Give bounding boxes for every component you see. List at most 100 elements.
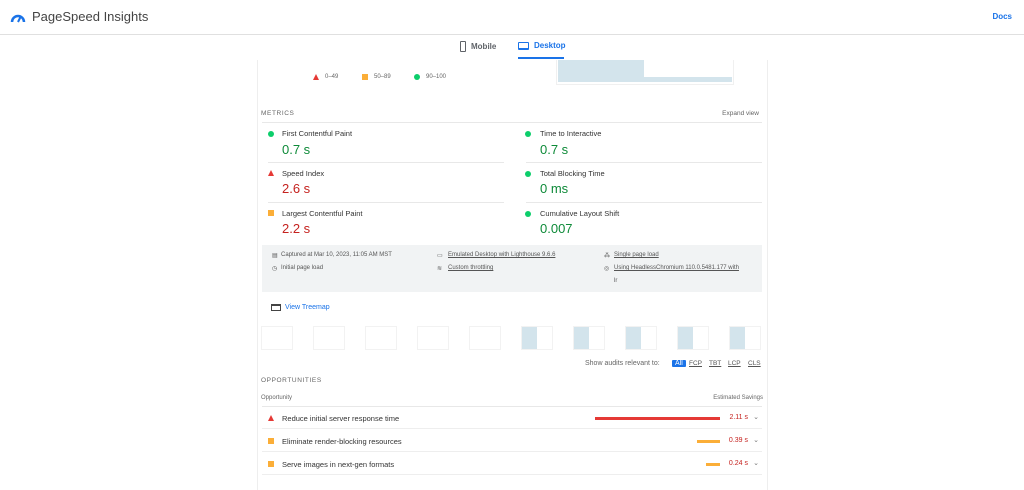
circle-icon xyxy=(525,171,531,177)
savings-value: 0.24 s xyxy=(728,460,748,467)
opportunity-row[interactable]: Reduce initial server response time 2.11… xyxy=(262,407,762,429)
metric-value: 0 ms xyxy=(540,181,569,196)
metric-value: 0.7 s xyxy=(540,142,569,157)
chevron-down-icon[interactable]: ⌄ xyxy=(753,459,759,467)
browser-link[interactable]: Using HeadlessChromium 110.0.5481.177 wi… xyxy=(614,265,739,271)
wifi-icon: ≋ xyxy=(437,266,443,272)
opportunity-name: Eliminate render-blocking resources xyxy=(282,437,402,446)
square-icon xyxy=(268,438,274,444)
divider xyxy=(262,122,762,123)
run-info-box: ▤ Captured at Mar 10, 2023, 11:05 AM MST… xyxy=(262,245,762,292)
metric-value: 0.7 s xyxy=(282,142,311,157)
filmstrip-frame xyxy=(469,326,501,350)
legend-label: 90–100 xyxy=(426,74,447,80)
circle-icon xyxy=(525,131,531,137)
legend-good: 90–100 xyxy=(414,74,446,80)
chevron-down-icon[interactable]: ⌄ xyxy=(753,413,759,421)
filmstrip-frame xyxy=(625,326,657,350)
circle-icon xyxy=(268,131,274,137)
filter-chip-tbt[interactable]: TBT xyxy=(709,360,721,367)
laptop-icon xyxy=(518,41,529,50)
page-load-info: Initial page load xyxy=(281,265,324,271)
filmstrip-frame xyxy=(365,326,397,350)
divider xyxy=(526,162,762,163)
savings-value: 0.39 s xyxy=(728,437,748,444)
divider xyxy=(268,202,504,203)
opportunity-row[interactable]: Serve images in next-gen formats 0.24 s … xyxy=(262,453,762,475)
filmstrip-frame xyxy=(417,326,449,350)
chrome-icon: ◎ xyxy=(604,266,610,272)
opportunity-row[interactable]: Eliminate render-blocking resources 0.39… xyxy=(262,430,762,452)
page-screenshot xyxy=(556,60,734,85)
metric-label: Cumulative Layout Shift xyxy=(540,209,620,218)
legend-label: 50–89 xyxy=(374,74,391,80)
captured-time: Captured at Mar 10, 2023, 11:05 AM MST xyxy=(281,252,392,258)
metric-value: 2.2 s xyxy=(282,221,311,236)
metric-label: First Contentful Paint xyxy=(282,129,353,138)
triangle-icon xyxy=(268,170,274,176)
filmstrip-frame xyxy=(313,326,345,350)
legend-average: 50–89 xyxy=(362,74,391,80)
top-header xyxy=(0,0,1024,35)
tab-desktop[interactable]: Desktop xyxy=(518,41,566,50)
chevron-down-icon[interactable]: ⌄ xyxy=(753,436,759,444)
square-icon xyxy=(362,74,368,80)
view-treemap-button[interactable]: View Treemap xyxy=(271,304,330,311)
filmstrip-frame xyxy=(521,326,553,350)
circle-icon xyxy=(525,211,531,217)
savings-bar xyxy=(697,440,720,443)
filmstrip-frame xyxy=(573,326,605,350)
metric-label: Time to Interactive xyxy=(540,129,602,138)
opportunity-name: Reduce initial server response time xyxy=(282,414,400,423)
treemap-icon xyxy=(271,304,281,311)
savings-bar xyxy=(595,417,720,420)
legend-label: 0–49 xyxy=(325,74,339,80)
filter-chip-cls[interactable]: CLS xyxy=(748,360,761,367)
logo[interactable]: PageSpeed Insights xyxy=(10,9,148,24)
opportunities-heading: OPPORTUNITIES xyxy=(261,377,322,384)
filmstrip-frame xyxy=(729,326,761,350)
metric-label: Largest Contentful Paint xyxy=(282,209,363,218)
metric-value: 2.6 s xyxy=(282,181,311,196)
expand-view-toggle[interactable]: Expand view xyxy=(722,110,759,117)
savings-value: 2.11 s xyxy=(729,414,748,421)
divider xyxy=(268,162,504,163)
metric-label: Total Blocking Time xyxy=(540,169,605,178)
circle-icon xyxy=(414,74,420,80)
metric-value: 0.007 xyxy=(540,221,573,236)
square-icon xyxy=(268,461,274,467)
triangle-icon xyxy=(313,74,319,80)
tab-label: Desktop xyxy=(534,41,566,50)
filter-label: Show audits relevant to: xyxy=(585,360,660,367)
app-title: PageSpeed Insights xyxy=(32,9,149,24)
single-load-link[interactable]: Single page load xyxy=(614,252,659,258)
filter-chip-lcp[interactable]: LCP xyxy=(728,360,741,367)
metric-label: Speed Index xyxy=(282,169,325,178)
opportunity-name: Serve images in next-gen formats xyxy=(282,460,395,469)
pagespeed-logo-icon xyxy=(10,14,26,22)
browser-link-cont: lr xyxy=(614,278,618,284)
tab-mobile[interactable]: Mobile xyxy=(460,41,496,52)
people-icon: ⁂ xyxy=(604,253,610,259)
column-header-opportunity: Opportunity xyxy=(261,395,293,401)
docs-link[interactable]: Docs xyxy=(992,12,1012,21)
divider xyxy=(526,202,762,203)
filter-chip-all[interactable]: All xyxy=(672,360,686,367)
desktop-icon: ▭ xyxy=(437,253,443,259)
phone-icon xyxy=(460,41,466,52)
metrics-heading: METRICS xyxy=(261,110,295,117)
calendar-icon: ▤ xyxy=(272,253,278,259)
active-tab-indicator xyxy=(518,57,564,59)
filter-chip-fcp[interactable]: FCP xyxy=(689,360,702,367)
savings-bar xyxy=(706,463,720,466)
filmstrip-frame xyxy=(261,326,293,350)
square-icon xyxy=(268,210,274,216)
throttling-link[interactable]: Custom throttling xyxy=(448,265,493,271)
legend-poor: 0–49 xyxy=(313,74,338,80)
emulation-link[interactable]: Emulated Desktop with Lighthouse 9.6.6 xyxy=(448,252,555,258)
tab-label: Mobile xyxy=(471,42,497,51)
view-treemap-label: View Treemap xyxy=(285,304,330,311)
filmstrip-frame xyxy=(677,326,709,350)
timer-icon: ◷ xyxy=(272,266,278,272)
column-header-savings: Estimated Savings xyxy=(713,395,763,401)
